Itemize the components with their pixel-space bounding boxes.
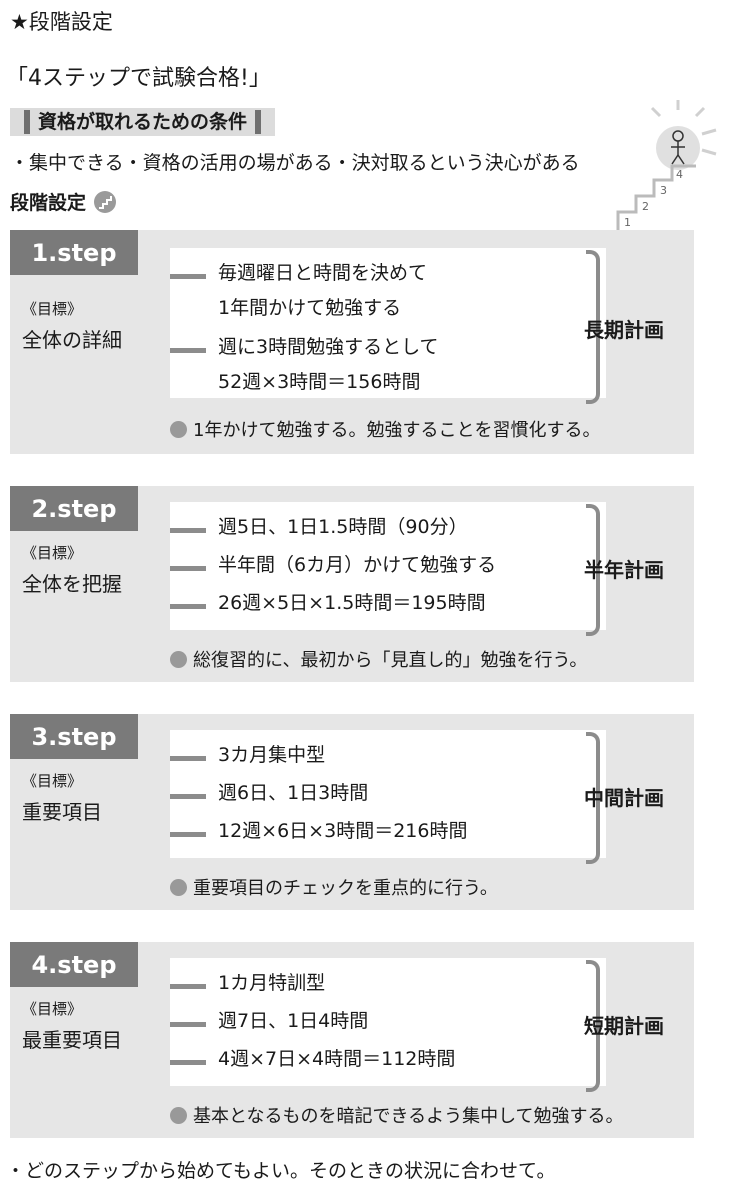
summary-text: 基本となるものを暗記できるよう集中して勉強する。	[193, 1106, 624, 1127]
summary-text: 1年かけて勉強する。勉強することを習慣化する。	[193, 420, 601, 441]
summary: 総復習的に、最初から「見直し的」勉強を行う。	[170, 646, 587, 672]
stair-number-4: 4	[676, 168, 683, 181]
plan-item-text: 週7日、1日4時間	[218, 1010, 369, 1032]
plan-box: 3カ月集中型 週6日、1日3時間 12週×6日×3時間＝216時間	[170, 730, 606, 858]
summary: 1年かけて勉強する。勉強することを習慣化する。	[170, 416, 600, 442]
plan-item-text: 3カ月集中型	[218, 744, 326, 766]
period-label: 半年計画	[584, 558, 664, 582]
plan-item-text: 4週×7日×4時間＝112時間	[218, 1048, 456, 1070]
dash-marker	[170, 274, 206, 279]
period-label: 中間計画	[584, 786, 664, 810]
conditions-heading-text: 資格が取れるための条件	[38, 111, 248, 133]
summary: 重要項目のチェックを重点的に行う。	[170, 874, 498, 900]
bullet-dot	[170, 650, 187, 668]
goal-label: 《目標》	[22, 300, 83, 318]
plan-box: 毎週曜日と時間を決めて 1年間かけて勉強する 週に3時間勉強するとして 52週×…	[170, 248, 606, 398]
plan-item-text: 週6日、1日3時間	[218, 782, 369, 804]
goal-text: 最重要項目	[22, 1028, 122, 1052]
plan-box: 1カ月特訓型 週7日、1日4時間 4週×7日×4時間＝112時間	[170, 958, 606, 1086]
step-badge: 3.step	[10, 714, 138, 759]
plan-item-text: 1カ月特訓型	[218, 972, 326, 994]
step-badge: 4.step	[10, 942, 138, 987]
step-card-4: 4.step 《目標》 最重要項目 1カ月特訓型 週7日、1日4時間 4週×7日…	[10, 942, 694, 1138]
dash-marker	[170, 832, 206, 837]
plan-item: 26週×5日×1.5時間＝195時間	[170, 592, 486, 621]
plan-item: 半年間（6カ月）かけて勉強する	[170, 554, 496, 583]
conditions-heading: 資格が取れるための条件	[10, 108, 276, 136]
period-label: 長期計画	[584, 318, 664, 342]
heading-bar-left	[24, 110, 30, 134]
dash-marker	[170, 984, 206, 989]
summary: 基本となるものを暗記できるよう集中して勉強する。	[170, 1102, 624, 1128]
goal-text: 全体の詳細	[22, 328, 122, 352]
step-card-1: 1.step 《目標》 全体の詳細 毎週曜日と時間を決めて 1年間かけて勉強する…	[10, 230, 694, 454]
plan-item-text: 週に3時間勉強するとして 52週×3時間＝156時間	[218, 336, 439, 393]
plan-item: 週に3時間勉強するとして 52週×3時間＝156時間	[170, 336, 439, 400]
dash-marker	[170, 1060, 206, 1065]
plan-item-text: 毎週曜日と時間を決めて 1年間かけて勉強する	[218, 262, 428, 319]
plan-item: 12週×6日×3時間＝216時間	[170, 820, 467, 849]
bullet-dot	[170, 878, 187, 896]
page-title: 「4ステップで試験合格!」	[6, 66, 271, 91]
heading-bar-right	[255, 110, 262, 134]
plan-item-text: 半年間（6カ月）かけて勉強する	[218, 554, 497, 576]
bullet-dot	[170, 420, 187, 438]
plan-item: 3カ月集中型	[170, 744, 325, 773]
goal-label: 《目標》	[22, 1000, 83, 1018]
stage-label: 段階設定	[10, 188, 117, 215]
header-label: ★段階設定	[10, 10, 113, 34]
step-badge: 2.step	[10, 486, 138, 531]
plan-item: 4週×7日×4時間＝112時間	[170, 1048, 455, 1077]
plan-item: 週5日、1日1.5時間（90分）	[170, 516, 468, 545]
plan-item: 週7日、1日4時間	[170, 1010, 368, 1039]
step-card-3: 3.step 《目標》 重要項目 3カ月集中型 週6日、1日3時間 12週×6日…	[10, 714, 694, 910]
dash-marker	[170, 794, 206, 799]
plan-box: 週5日、1日1.5時間（90分） 半年間（6カ月）かけて勉強する 26週×5日×…	[170, 502, 606, 630]
plan-item-text: 12週×6日×3時間＝216時間	[218, 820, 468, 842]
plan-item: 週6日、1日3時間	[170, 782, 368, 811]
dash-marker	[170, 756, 206, 761]
plan-item: 1カ月特訓型	[170, 972, 325, 1001]
dash-marker	[170, 528, 206, 533]
period-label: 短期計画	[584, 1014, 664, 1038]
stair-number-3: 3	[660, 184, 667, 197]
plan-item-text: 週5日、1日1.5時間（90分）	[218, 516, 468, 538]
dash-marker	[170, 604, 206, 609]
stairs-icon	[94, 190, 117, 213]
summary-text: 重要項目のチェックを重点的に行う。	[193, 878, 498, 899]
stair-number-2: 2	[642, 200, 649, 213]
stair-number-1: 1	[624, 216, 631, 229]
goal-text: 重要項目	[22, 800, 102, 824]
dash-marker	[170, 566, 206, 571]
dash-marker	[170, 1022, 206, 1027]
dash-marker	[170, 348, 206, 353]
goal-text: 全体を把握	[22, 572, 122, 596]
step-badge: 1.step	[10, 230, 138, 275]
goal-label: 《目標》	[22, 772, 83, 790]
step-card-2: 2.step 《目標》 全体を把握 週5日、1日1.5時間（90分） 半年間（6…	[10, 486, 694, 682]
bullet-dot	[170, 1106, 187, 1124]
stage-label-text: 段階設定	[10, 192, 87, 214]
stair-illustration: 1 2 3 4	[616, 100, 717, 230]
plan-item-text: 26週×5日×1.5時間＝195時間	[218, 592, 486, 614]
goal-label: 《目標》	[22, 544, 83, 562]
conditions-text: ・集中できる・資格の活用の場がある・決対取るという決心がある	[10, 152, 580, 174]
summary-text: 総復習的に、最初から「見直し的」勉強を行う。	[193, 650, 588, 671]
footer-note: ・どのステップから始めてもよい。そのときの状況に合わせて。	[6, 1160, 556, 1182]
plan-item: 毎週曜日と時間を決めて 1年間かけて勉強する	[170, 262, 427, 326]
